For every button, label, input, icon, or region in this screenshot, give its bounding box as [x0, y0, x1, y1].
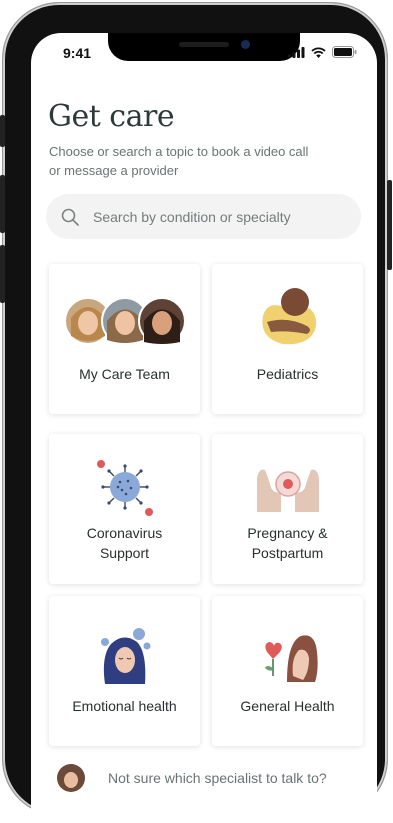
- screen: 9:41 Get care Choose or search a topic t…: [31, 33, 377, 823]
- card-label: Pediatrics: [256, 366, 319, 382]
- virus-icon: [49, 456, 200, 518]
- avatar-group-icon: [63, 297, 186, 345]
- card-label: General Health: [240, 698, 335, 714]
- card-label-line: Postpartum: [251, 545, 324, 561]
- card-label-line: Coronavirus: [86, 525, 163, 541]
- search-icon: [61, 208, 79, 226]
- card-my-care-team[interactable]: My Care Team: [49, 264, 200, 414]
- card-label: Emotional health: [72, 698, 177, 714]
- card-pregnancy-postpartum[interactable]: Pregnancy & Postpartum: [212, 434, 363, 584]
- mute-switch: [0, 115, 5, 147]
- camera: [241, 40, 250, 49]
- care-team-avatars: [49, 296, 200, 346]
- card-label: My Care Team: [79, 366, 170, 382]
- card-label: Pregnancy & Postpartum: [212, 523, 363, 563]
- specialist-help-text: Not sure which specialist to talk to?: [108, 770, 327, 786]
- status-icons: [288, 46, 357, 58]
- emotional-health-icon: [49, 626, 200, 684]
- battery-icon: [332, 46, 357, 58]
- wifi-icon: [311, 46, 326, 58]
- card-label-line: Pregnancy &: [247, 525, 328, 541]
- speaker: [179, 42, 229, 47]
- page-title: Get care: [48, 99, 175, 134]
- volume-up-button: [0, 175, 5, 233]
- status-time: 9:41: [63, 45, 92, 61]
- specialist-help-row[interactable]: Not sure which specialist to talk to?: [56, 763, 327, 793]
- card-pediatrics[interactable]: Pediatrics: [212, 264, 363, 414]
- power-button: [387, 180, 392, 270]
- volume-down-button: [0, 245, 5, 303]
- card-label-line: Support: [99, 545, 150, 561]
- card-coronavirus-support[interactable]: Coronavirus Support: [49, 434, 200, 584]
- search-bar[interactable]: [46, 194, 361, 239]
- card-general-health[interactable]: General Health: [212, 596, 363, 746]
- notch: [108, 33, 300, 61]
- provider-avatar: [57, 764, 85, 792]
- card-label: Coronavirus Support: [49, 523, 200, 563]
- general-health-icon: [212, 632, 363, 682]
- pregnancy-hands-icon: [212, 460, 363, 512]
- page-subtitle: Choose or search a topic to book a video…: [49, 144, 309, 178]
- search-input[interactable]: [91, 207, 345, 226]
- signal-icon: [288, 46, 305, 58]
- baby-icon: [212, 286, 363, 348]
- card-emotional-health[interactable]: Emotional health: [49, 596, 200, 746]
